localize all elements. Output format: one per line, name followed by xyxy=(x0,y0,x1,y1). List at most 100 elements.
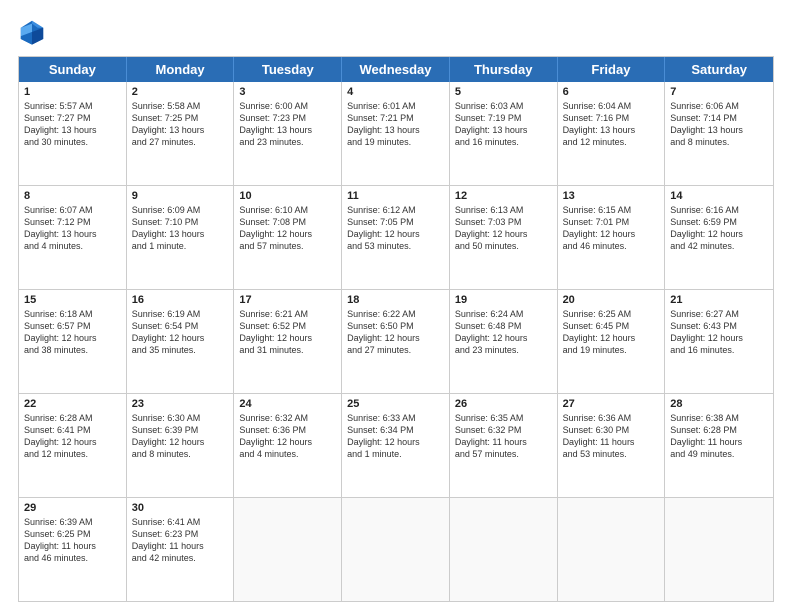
day-info: Sunset: 7:12 PM xyxy=(24,216,121,228)
day-info: Sunrise: 6:24 AM xyxy=(455,308,552,320)
day-number: 6 xyxy=(563,86,660,98)
day-info: Sunrise: 6:39 AM xyxy=(24,516,121,528)
calendar-cell: 9Sunrise: 6:09 AMSunset: 7:10 PMDaylight… xyxy=(127,186,235,289)
day-info: Daylight: 12 hours xyxy=(239,228,336,240)
day-info: and 16 minutes. xyxy=(670,344,768,356)
calendar-cell: 22Sunrise: 6:28 AMSunset: 6:41 PMDayligh… xyxy=(19,394,127,497)
day-number: 24 xyxy=(239,398,336,410)
calendar-cell: 8Sunrise: 6:07 AMSunset: 7:12 PMDaylight… xyxy=(19,186,127,289)
day-info: Sunset: 7:21 PM xyxy=(347,112,444,124)
day-info: Daylight: 11 hours xyxy=(24,540,121,552)
calendar-cell: 7Sunrise: 6:06 AMSunset: 7:14 PMDaylight… xyxy=(665,82,773,185)
day-number: 17 xyxy=(239,294,336,306)
day-info: Sunrise: 6:01 AM xyxy=(347,100,444,112)
day-number: 19 xyxy=(455,294,552,306)
day-number: 7 xyxy=(670,86,768,98)
calendar-row: 29Sunrise: 6:39 AMSunset: 6:25 PMDayligh… xyxy=(19,498,773,601)
day-number: 10 xyxy=(239,190,336,202)
day-info: and 42 minutes. xyxy=(132,552,229,564)
calendar-cell: 18Sunrise: 6:22 AMSunset: 6:50 PMDayligh… xyxy=(342,290,450,393)
day-info: Sunrise: 6:28 AM xyxy=(24,412,121,424)
day-info: Sunset: 7:05 PM xyxy=(347,216,444,228)
calendar-cell: 17Sunrise: 6:21 AMSunset: 6:52 PMDayligh… xyxy=(234,290,342,393)
day-info: and 1 minute. xyxy=(132,240,229,252)
day-info: Sunset: 7:10 PM xyxy=(132,216,229,228)
day-info: and 50 minutes. xyxy=(455,240,552,252)
day-info: Sunrise: 6:41 AM xyxy=(132,516,229,528)
calendar-cell: 1Sunrise: 5:57 AMSunset: 7:27 PMDaylight… xyxy=(19,82,127,185)
day-info: Daylight: 13 hours xyxy=(132,124,229,136)
day-info: Daylight: 12 hours xyxy=(347,436,444,448)
day-number: 20 xyxy=(563,294,660,306)
day-info: Sunset: 6:45 PM xyxy=(563,320,660,332)
day-info: Daylight: 11 hours xyxy=(132,540,229,552)
calendar-cell: 21Sunrise: 6:27 AMSunset: 6:43 PMDayligh… xyxy=(665,290,773,393)
day-info: Daylight: 12 hours xyxy=(347,228,444,240)
day-info: Sunrise: 6:15 AM xyxy=(563,204,660,216)
day-info: Daylight: 12 hours xyxy=(670,332,768,344)
day-info: Sunrise: 6:27 AM xyxy=(670,308,768,320)
day-info: Sunrise: 6:12 AM xyxy=(347,204,444,216)
calendar-row: 8Sunrise: 6:07 AMSunset: 7:12 PMDaylight… xyxy=(19,186,773,290)
day-info: Sunrise: 5:57 AM xyxy=(24,100,121,112)
day-info: Sunset: 6:28 PM xyxy=(670,424,768,436)
day-number: 21 xyxy=(670,294,768,306)
day-number: 28 xyxy=(670,398,768,410)
day-info: Sunrise: 6:21 AM xyxy=(239,308,336,320)
day-header-sunday: Sunday xyxy=(19,57,127,82)
day-info: and 30 minutes. xyxy=(24,136,121,148)
day-number: 3 xyxy=(239,86,336,98)
day-info: and 23 minutes. xyxy=(239,136,336,148)
day-info: and 46 minutes. xyxy=(563,240,660,252)
day-info: Daylight: 12 hours xyxy=(132,436,229,448)
header xyxy=(18,18,774,46)
day-info: Sunrise: 6:33 AM xyxy=(347,412,444,424)
day-number: 12 xyxy=(455,190,552,202)
day-number: 25 xyxy=(347,398,444,410)
day-info: and 16 minutes. xyxy=(455,136,552,148)
calendar-row: 1Sunrise: 5:57 AMSunset: 7:27 PMDaylight… xyxy=(19,82,773,186)
day-number: 30 xyxy=(132,502,229,514)
day-info: and 1 minute. xyxy=(347,448,444,460)
day-number: 27 xyxy=(563,398,660,410)
day-number: 8 xyxy=(24,190,121,202)
day-info: Sunset: 7:19 PM xyxy=(455,112,552,124)
day-info: Sunset: 7:01 PM xyxy=(563,216,660,228)
day-info: and 19 minutes. xyxy=(563,344,660,356)
day-info: Sunrise: 6:09 AM xyxy=(132,204,229,216)
calendar-cell: 27Sunrise: 6:36 AMSunset: 6:30 PMDayligh… xyxy=(558,394,666,497)
calendar-body: 1Sunrise: 5:57 AMSunset: 7:27 PMDaylight… xyxy=(19,82,773,601)
day-info: Daylight: 12 hours xyxy=(563,332,660,344)
day-info: and 31 minutes. xyxy=(239,344,336,356)
day-info: and 4 minutes. xyxy=(239,448,336,460)
day-info: Sunset: 6:59 PM xyxy=(670,216,768,228)
day-info: and 27 minutes. xyxy=(132,136,229,148)
day-number: 26 xyxy=(455,398,552,410)
calendar-cell: 30 Sunrise: 6:41 AMSunset: 6:23 PMDayligh… xyxy=(127,498,235,601)
day-info: Sunrise: 6:32 AM xyxy=(239,412,336,424)
calendar-cell: 2Sunrise: 5:58 AMSunset: 7:25 PMDaylight… xyxy=(127,82,235,185)
calendar-cell xyxy=(558,498,666,601)
day-info: Sunset: 7:23 PM xyxy=(239,112,336,124)
day-info: and 19 minutes. xyxy=(347,136,444,148)
day-info: Sunrise: 6:38 AM xyxy=(670,412,768,424)
day-info: Sunrise: 6:18 AM xyxy=(24,308,121,320)
day-info: Sunrise: 6:03 AM xyxy=(455,100,552,112)
calendar-row: 22Sunrise: 6:28 AMSunset: 6:41 PMDayligh… xyxy=(19,394,773,498)
day-info: Sunset: 6:54 PM xyxy=(132,320,229,332)
day-info: Sunset: 7:27 PM xyxy=(24,112,121,124)
day-info: Daylight: 13 hours xyxy=(563,124,660,136)
day-info: Sunset: 7:16 PM xyxy=(563,112,660,124)
day-header-friday: Friday xyxy=(558,57,666,82)
calendar-cell xyxy=(450,498,558,601)
calendar-cell: 16Sunrise: 6:19 AMSunset: 6:54 PMDayligh… xyxy=(127,290,235,393)
day-info: Sunrise: 6:19 AM xyxy=(132,308,229,320)
day-info: and 49 minutes. xyxy=(670,448,768,460)
day-info: Daylight: 12 hours xyxy=(239,436,336,448)
day-info: Daylight: 12 hours xyxy=(24,332,121,344)
day-info: Sunset: 6:34 PM xyxy=(347,424,444,436)
day-info: Sunset: 6:39 PM xyxy=(132,424,229,436)
day-number: 29 xyxy=(24,502,121,514)
day-info: Sunset: 6:23 PM xyxy=(132,528,229,540)
day-info: Daylight: 11 hours xyxy=(563,436,660,448)
